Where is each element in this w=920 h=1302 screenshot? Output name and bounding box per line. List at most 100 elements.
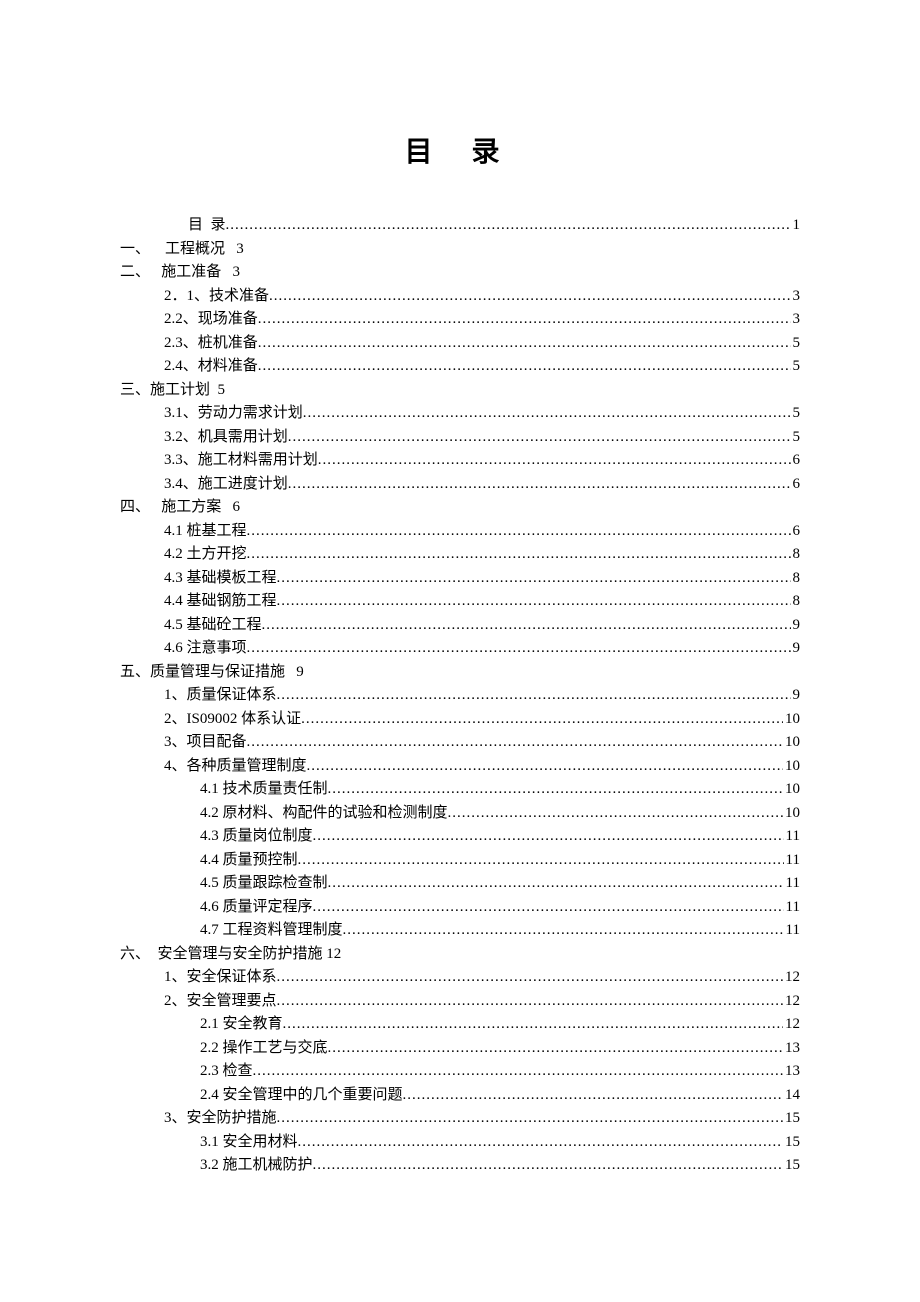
- toc-entry: 2.3 检查 13: [120, 1060, 800, 1083]
- toc-page: 15: [783, 1107, 800, 1130]
- toc-page: 6: [791, 520, 801, 543]
- toc-label: 二、 施工准备 3: [120, 261, 240, 284]
- toc-label: 4.1 技术质量责任制: [200, 778, 328, 801]
- leader-dots: [247, 543, 791, 566]
- toc-entry: 2.4、材料准备 5: [120, 355, 800, 378]
- toc-label: 2.1 安全教育: [200, 1013, 283, 1036]
- toc-entry: 4、各种质量管理制度10: [120, 755, 800, 778]
- toc-page: 6: [791, 473, 801, 496]
- toc-entry: 3、项目配备10: [120, 731, 800, 754]
- toc-page: 8: [791, 543, 801, 566]
- toc-label: 一、 工程概况 3: [120, 238, 244, 261]
- toc-label: 4.2 原材料、构配件的试验和检测制度: [200, 802, 448, 825]
- toc-entry: 4.5 质量跟踪检查制 11: [120, 872, 800, 895]
- leader-dots: [247, 520, 791, 543]
- toc-entry: 2、IS09002 体系认证 10: [120, 708, 800, 731]
- leader-dots: [328, 778, 783, 801]
- toc-page: 9: [791, 637, 801, 660]
- leader-dots: [277, 1107, 783, 1130]
- toc-entry: 4.4 基础钢筋工程8: [120, 590, 800, 613]
- toc-page: 10: [783, 755, 800, 778]
- toc-label: 1、安全保证体系: [164, 966, 277, 989]
- toc-label: 目 录: [188, 214, 226, 237]
- leader-dots: [258, 355, 791, 378]
- toc-label: 4.1 桩基工程: [164, 520, 247, 543]
- toc-entry: 2.1 安全教育 12: [120, 1013, 800, 1036]
- toc-label: 3、安全防护措施: [164, 1107, 277, 1130]
- toc-page: 9: [791, 684, 801, 707]
- toc-entry: 四、 施工方案 6: [120, 496, 800, 519]
- toc-entry: 六、 安全管理与安全防护措施 12: [120, 943, 800, 966]
- toc-label: 2、安全管理要点: [164, 990, 277, 1013]
- toc-entry: 3.2 施工机械防护15: [120, 1154, 800, 1177]
- leader-dots: [288, 473, 791, 496]
- toc-page: 5: [791, 426, 801, 449]
- toc-label: 六、 安全管理与安全防护措施 12: [120, 943, 341, 966]
- page-title: 目 录: [120, 130, 800, 170]
- toc-page: 11: [784, 919, 800, 942]
- toc-label: 3.1 安全用材料: [200, 1131, 298, 1154]
- toc-entry: 3.3、施工材料需用计划6: [120, 449, 800, 472]
- toc-entry: 三、施工计划 5: [120, 379, 800, 402]
- toc-label: 五、质量管理与保证措施 9: [120, 661, 304, 684]
- toc-label: 4.4 质量预控制: [200, 849, 298, 872]
- toc-page: 13: [783, 1060, 800, 1083]
- toc-label: 2.3、桩机准备: [164, 332, 258, 355]
- toc-label: 4.3 质量岗位制度: [200, 825, 313, 848]
- toc-label: 2、IS09002 体系认证: [164, 708, 301, 731]
- toc-entry: 4.2 原材料、构配件的试验和检测制度 10: [120, 802, 800, 825]
- toc-entry: 一、 工程概况 3: [120, 238, 800, 261]
- leader-dots: [303, 402, 791, 425]
- toc-entry: 2.4 安全管理中的几个重要问题14: [120, 1084, 800, 1107]
- toc-page: 5: [791, 332, 801, 355]
- toc-entry: 3.1 安全用材料15: [120, 1131, 800, 1154]
- leader-dots: [262, 614, 791, 637]
- leader-dots: [301, 708, 783, 731]
- toc-page: 6: [791, 449, 801, 472]
- toc-entry: 2.2 操作工艺与交底13: [120, 1037, 800, 1060]
- toc-entry: 五、质量管理与保证措施 9: [120, 661, 800, 684]
- toc-label: 四、 施工方案 6: [120, 496, 240, 519]
- toc-page: 10: [783, 708, 800, 731]
- toc-page: 1: [791, 214, 801, 237]
- toc-label: 2.3 检查: [200, 1060, 253, 1083]
- toc-entry: 4.1 技术质量责任制10: [120, 778, 800, 801]
- toc-label: 4.5 基础砼工程: [164, 614, 262, 637]
- toc-page: 3: [791, 285, 801, 308]
- toc-label: 4.3 基础模板工程: [164, 567, 277, 590]
- toc-label: 2.4 安全管理中的几个重要问题: [200, 1084, 403, 1107]
- toc-label: 2.4、材料准备: [164, 355, 258, 378]
- toc-entry: 目 录 1: [120, 214, 800, 237]
- toc-label: 3.2 施工机械防护: [200, 1154, 313, 1177]
- toc-page: 10: [783, 802, 800, 825]
- toc-entry: 2．1、技术准备3: [120, 285, 800, 308]
- leader-dots: [313, 896, 784, 919]
- toc-label: 4.2 土方开挖: [164, 543, 247, 566]
- leader-dots: [269, 285, 790, 308]
- toc-page: 11: [784, 872, 800, 895]
- toc-entry: 1、质量保证体系9: [120, 684, 800, 707]
- leader-dots: [253, 1060, 783, 1083]
- toc-page: 5: [791, 355, 801, 378]
- toc-entry: 2、安全管理要点12: [120, 990, 800, 1013]
- leader-dots: [247, 731, 783, 754]
- toc-label: 3.1、劳动力需求计划: [164, 402, 303, 425]
- leader-dots: [448, 802, 783, 825]
- toc-entry: 4.3 基础模板工程8: [120, 567, 800, 590]
- toc-label: 3.4、施工进度计划: [164, 473, 288, 496]
- toc-label: 4.5 质量跟踪检查制: [200, 872, 328, 895]
- toc-page: 12: [783, 1013, 800, 1036]
- leader-dots: [307, 755, 783, 778]
- leader-dots: [343, 919, 784, 942]
- leader-dots: [313, 825, 784, 848]
- toc-label: 3.2、机具需用计划: [164, 426, 288, 449]
- leader-dots: [277, 990, 783, 1013]
- leader-dots: [328, 872, 784, 895]
- leader-dots: [318, 449, 791, 472]
- leader-dots: [247, 637, 791, 660]
- toc-label: 2.2、现场准备: [164, 308, 258, 331]
- leader-dots: [277, 590, 791, 613]
- toc-entry: 4.2 土方开挖 8: [120, 543, 800, 566]
- toc-label: 4.7 工程资料管理制度: [200, 919, 343, 942]
- leader-dots: [283, 1013, 783, 1036]
